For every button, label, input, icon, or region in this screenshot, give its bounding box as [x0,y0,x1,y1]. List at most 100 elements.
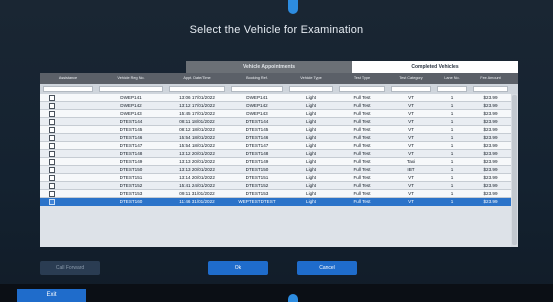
column-header-booking-ref[interactable]: Booking Ref. [228,73,286,84]
column-header-assistance[interactable]: Assistance [40,73,96,84]
column-header-vehicle-reg[interactable]: Vehicle Reg No. [96,73,166,84]
filter-lane-no-input[interactable] [437,86,467,92]
cell-vehicle-type: Light [306,135,316,140]
ok-button[interactable]: Ok [208,261,268,275]
cell-fee-amount: $23.99 [483,151,498,156]
table-row[interactable]: DTEST146 15:54 18/01/2022 DTEST146 Light Ful… [40,134,511,142]
cell-vehicle-type: Light [306,183,316,188]
scrollbar-thumb[interactable] [512,95,517,245]
cell-lane-no: 1 [450,95,454,100]
vehicle-table: Assistance Vehicle Reg No. Appt. Date/Ti… [40,73,518,247]
assistance-checkbox[interactable] [49,143,55,149]
table-row[interactable]: DTEST147 15:54 18/01/2022 DTEST147 Light Ful… [40,142,511,150]
cell-appt-datetime: 13:14 20/01/2022 [179,175,215,180]
filter-booking-ref-input[interactable] [231,86,283,92]
table-scrollbar[interactable] [511,94,518,247]
cell-vehicle-reg: DWEP142 [120,103,142,108]
filter-appt-datetime-input[interactable] [169,86,225,92]
table-row[interactable]: DWEP142 13:12 17/01/2022 DWEP142 Light Full … [40,102,511,110]
cell-vehicle-type: Light [306,175,316,180]
column-header-lane-no[interactable]: Lane No. [434,73,470,84]
table-row[interactable]: DTEST148 13:12 20/01/2022 DTEST148 Light Ful… [40,150,511,158]
cell-booking-ref: DTEST150 [245,167,269,172]
cell-test-category: IBT [407,167,415,172]
cell-fee-amount: $23.99 [483,159,498,164]
assistance-checkbox[interactable] [49,159,55,165]
table-row[interactable]: DTEST152 15:41 24/01/2022 DTEST152 Light Ful… [40,182,511,190]
cell-test-category: VT [408,199,414,204]
table-row[interactable]: DTEST144 08:11 18/01/2022 DTEST144 Light Ful… [40,118,511,126]
column-header-fee-amount[interactable]: Fee Amount [470,73,511,84]
assistance-checkbox[interactable] [49,183,55,189]
table-row[interactable]: DTEST153 09:11 31/01/2022 DTEST153 Light Ful… [40,190,511,198]
assistance-checkbox[interactable] [49,119,55,125]
cell-fee-amount: $23.99 [483,143,498,148]
call-forward-button[interactable]: Call Forward [40,261,100,275]
table-row[interactable]: DWEP141 13:06 17/01/2022 DWEP141 Light Full … [40,94,511,102]
cell-vehicle-type: Light [306,191,316,196]
cell-vehicle-reg: DTEST149 [119,159,143,164]
cell-test-type: Full Test [353,111,371,116]
filter-fee-amount-input[interactable] [473,86,508,92]
column-header-vehicle-type[interactable]: Vehicle Type [286,73,336,84]
assistance-checkbox[interactable] [49,191,55,197]
filter-vehicle-reg-input[interactable] [99,86,163,92]
cell-vehicle-type: Light [306,119,316,124]
cell-vehicle-type: Light [306,167,316,172]
cancel-button[interactable]: Cancel [297,261,357,275]
column-header-test-category[interactable]: Test Category [388,73,434,84]
assistance-checkbox[interactable] [49,199,55,205]
table-row[interactable]: DTEST145 08:12 18/01/2022 DTEST145 Light Ful… [40,126,511,134]
bottom-handle [288,294,298,302]
cell-lane-no: 1 [450,191,454,196]
cell-test-type: Full Test [353,151,371,156]
cell-booking-ref: DTEST151 [245,175,269,180]
tab-completed-vehicles[interactable]: Completed Vehicles [352,61,518,73]
filter-test-category-input[interactable] [391,86,431,92]
assistance-checkbox[interactable] [49,151,55,157]
cell-test-type: Full Test [353,191,371,196]
assistance-checkbox[interactable] [49,167,55,173]
table-row[interactable]: DWEP143 15:45 17/01/2022 DWEP143 Light Full … [40,110,511,118]
cell-lane-no: 1 [450,111,454,116]
assistance-checkbox[interactable] [49,103,55,109]
cell-test-category: VT [408,143,414,148]
cell-test-category: VT [408,95,414,100]
cell-test-category: VT [408,151,414,156]
cell-fee-amount: $23.99 [483,111,498,116]
cell-booking-ref: DTEST147 [245,143,269,148]
cell-test-category: VT [408,111,414,116]
cell-booking-ref: DTEST153 [245,191,269,196]
cell-appt-datetime: 15:45 17/01/2022 [179,111,215,116]
cell-fee-amount: $23.99 [483,103,498,108]
assistance-checkbox[interactable] [49,111,55,117]
table-row[interactable]: DTEST160 11:46 31/01/2022 WEPTESTDTEST Ligh… [40,198,511,206]
cell-fee-amount: $23.99 [483,183,498,188]
column-header-appt-datetime[interactable]: Appt. Date/Time [166,73,228,84]
assistance-checkbox[interactable] [49,95,55,101]
cell-test-category: VT [408,119,414,124]
cell-appt-datetime: 08:11 18/01/2022 [179,119,215,124]
cell-fee-amount: $23.99 [483,119,498,124]
assistance-checkbox[interactable] [49,175,55,181]
filter-test-type-input[interactable] [339,86,385,92]
table-row[interactable]: DTEST150 13:13 20/01/2022 DTEST150 Light Ful… [40,166,511,174]
filter-assistance-input[interactable] [43,86,93,92]
exit-button[interactable]: Exit [17,289,86,302]
column-header-test-type[interactable]: Test Type [336,73,388,84]
cell-appt-datetime: 13:13 20/01/2022 [179,167,215,172]
cell-booking-ref: DTEST152 [245,183,269,188]
cell-fee-amount: $23.99 [483,95,498,100]
filter-vehicle-type-input[interactable] [289,86,333,92]
tab-vehicle-appointments[interactable]: Vehicle Appointments [186,61,352,73]
cell-test-type: Full Test [353,103,371,108]
cell-test-type: Full Test [353,167,371,172]
assistance-checkbox[interactable] [49,135,55,141]
table-row[interactable]: DTEST149 13:13 20/01/2022 DTEST149 Light Ful… [40,158,511,166]
cell-vehicle-type: Light [306,159,316,164]
table-row[interactable]: DTEST151 13:14 20/01/2022 DTEST151 Light Ful… [40,174,511,182]
cell-appt-datetime: 13:13 20/01/2022 [179,159,215,164]
assistance-checkbox[interactable] [49,127,55,133]
cell-vehicle-reg: DTEST153 [119,191,143,196]
dialog-title: Select the Vehicle for Examination [189,24,364,36]
